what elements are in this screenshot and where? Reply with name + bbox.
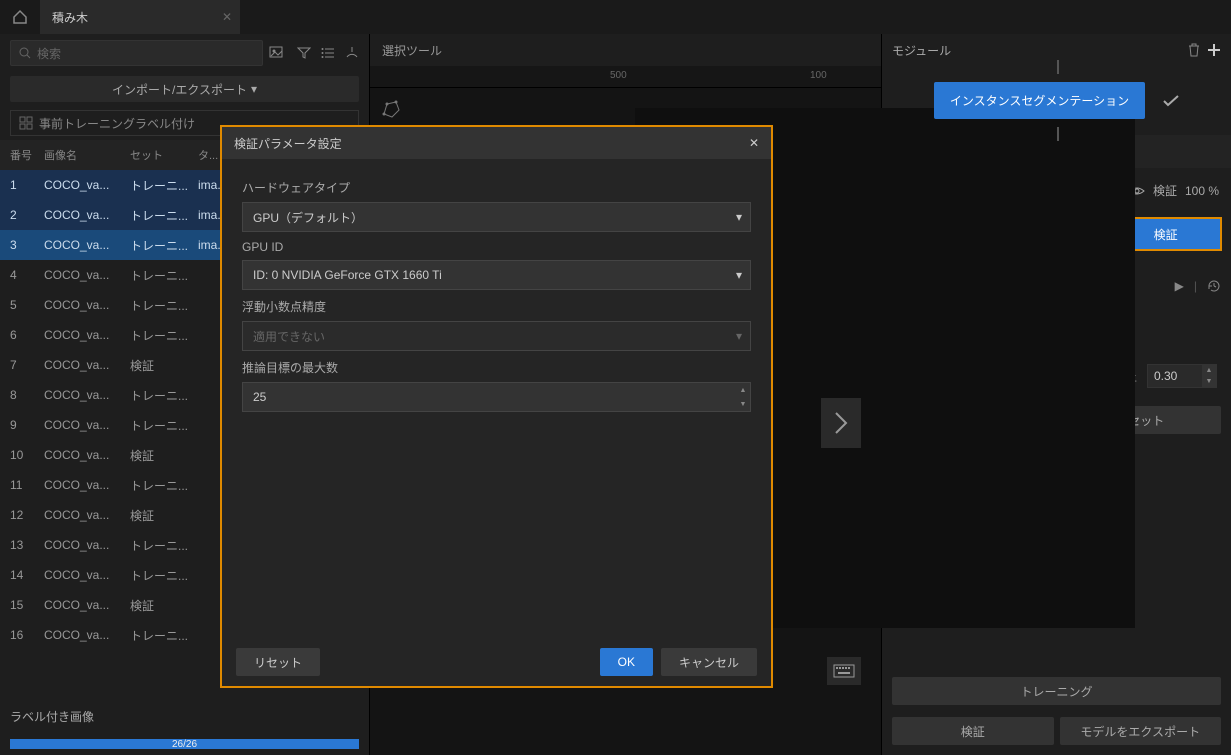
search-icon: [19, 47, 31, 59]
col-name[interactable]: 画像名: [44, 147, 130, 163]
table-row[interactable]: 5COCO_va...トレーニ...: [0, 290, 369, 320]
canvas[interactable]: [635, 108, 1135, 628]
pretrain-label-button[interactable]: 事前トレーニングラベル付け: [10, 110, 359, 136]
table-row[interactable]: 7COCO_va...検証: [0, 350, 369, 380]
spin-up-icon[interactable]: ▲: [1202, 365, 1216, 376]
trash-icon[interactable]: [1187, 43, 1201, 57]
training-button[interactable]: トレーニング: [892, 677, 1221, 705]
next-image-button[interactable]: [821, 398, 861, 448]
polygon-tool-icon[interactable]: [374, 92, 410, 128]
table-row[interactable]: 16COCO_va...トレーニ...: [0, 620, 369, 650]
list-icon[interactable]: [321, 46, 335, 60]
table-row[interactable]: 11COCO_va...トレーニ...: [0, 470, 369, 500]
module-header: モジュール: [892, 42, 951, 59]
col-type[interactable]: タ...: [198, 147, 238, 163]
history-icon[interactable]: [1207, 279, 1221, 293]
confidence-input[interactable]: 0.30 ▲▼: [1147, 364, 1217, 388]
table-row[interactable]: 14COCO_va...トレーニ...: [0, 560, 369, 590]
table-row[interactable]: 9COCO_va...トレーニ...: [0, 410, 369, 440]
check-icon[interactable]: [1163, 95, 1179, 107]
progress-value: 26/26: [10, 739, 359, 749]
plus-icon[interactable]: [1207, 43, 1221, 57]
chevron-down-icon: ▾: [251, 82, 257, 96]
table-row[interactable]: 12COCO_va...検証: [0, 500, 369, 530]
import-export-button[interactable]: インポート/エクスポート▾: [10, 76, 359, 102]
close-icon[interactable]: ✕: [222, 10, 232, 24]
keyboard-icon[interactable]: [827, 657, 861, 685]
verify-button[interactable]: 検証: [892, 717, 1054, 745]
project-tab[interactable]: 積み木 ✕: [40, 0, 240, 34]
spin-down-icon[interactable]: ▼: [1202, 376, 1216, 387]
table-row[interactable]: 3COCO_va...トレーニ...ima...: [0, 230, 369, 260]
labeled-images-label: ラベル付き画像: [0, 700, 369, 733]
export-model-button[interactable]: モデルをエクスポート: [1060, 717, 1222, 745]
grid-icon: [19, 116, 33, 130]
col-set[interactable]: セット: [130, 147, 198, 163]
search-placeholder: 検索: [37, 45, 61, 62]
table-row[interactable]: 8COCO_va...トレーニ...: [0, 380, 369, 410]
home-button[interactable]: [0, 0, 40, 34]
tool-title: 選択ツール: [370, 34, 881, 66]
image-icon[interactable]: [269, 46, 287, 60]
table-row[interactable]: 15COCO_va...検証: [0, 590, 369, 620]
table-row[interactable]: 2COCO_va...トレーニ...ima...: [0, 200, 369, 230]
play-icon[interactable]: ▶: [1175, 279, 1184, 293]
table-row[interactable]: 1COCO_va...トレーニ...ima...: [0, 170, 369, 200]
verify-text: 検証: [1153, 182, 1177, 199]
col-index[interactable]: 番号: [0, 147, 44, 163]
table-row[interactable]: 10COCO_va...検証: [0, 440, 369, 470]
tab-label: 積み木: [52, 9, 88, 26]
table-row[interactable]: 13COCO_va...トレーニ...: [0, 530, 369, 560]
table-row[interactable]: 4COCO_va...トレーニ...: [0, 260, 369, 290]
table-row[interactable]: 6COCO_va...トレーニ...: [0, 320, 369, 350]
progress-bar: 26/26: [10, 739, 359, 749]
search-input[interactable]: 検索: [10, 40, 263, 66]
filter-icon[interactable]: [297, 46, 311, 60]
location-icon[interactable]: [345, 46, 359, 60]
verify-pct: 100 %: [1185, 184, 1219, 198]
module-type-button[interactable]: インスタンスセグメンテーション: [934, 82, 1145, 119]
ruler: 500 100: [370, 66, 881, 88]
